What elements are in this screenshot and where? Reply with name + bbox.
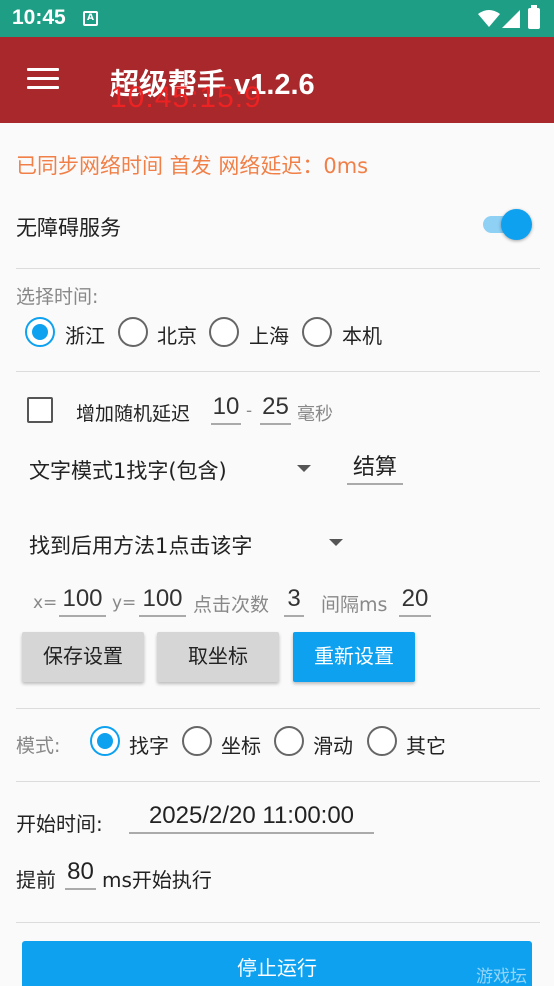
- radio-other[interactable]: [367, 726, 397, 756]
- radio-swipe[interactable]: [274, 726, 304, 756]
- reset-settings-button[interactable]: 重新设置: [293, 632, 415, 682]
- divider: [16, 781, 540, 782]
- advance-prefix: 提前: [16, 868, 56, 892]
- mode-label: 模式:: [16, 735, 61, 757]
- interval-input[interactable]: 20: [399, 585, 431, 617]
- option-find-text: 找字: [129, 734, 169, 758]
- battery-icon: [528, 5, 540, 29]
- divider: [16, 922, 540, 923]
- status-time: 10:45: [12, 6, 66, 29]
- divider: [16, 708, 540, 709]
- divider: [16, 371, 540, 372]
- option-other: 其它: [406, 734, 446, 758]
- start-time-label: 开始时间:: [16, 812, 103, 836]
- sync-status: 已同步网络时间 首发 网络延迟：0ms: [16, 154, 369, 178]
- delay-min-input[interactable]: 10: [211, 393, 241, 425]
- y-input[interactable]: 100: [139, 585, 186, 617]
- option-coordinate: 坐标: [221, 734, 261, 758]
- chevron-down-icon[interactable]: [329, 539, 343, 546]
- start-time-input[interactable]: 2025/2/20 11:00:00: [129, 802, 374, 834]
- option-swipe: 滑动: [313, 734, 353, 758]
- radio-coordinate[interactable]: [182, 726, 212, 756]
- option-zhejiang: 浙江: [65, 324, 105, 348]
- accessibility-switch[interactable]: [481, 207, 533, 241]
- random-delay-label: 增加随机延迟: [76, 403, 191, 425]
- accessibility-label: 无障碍服务: [16, 216, 121, 240]
- keyword-input[interactable]: 结算: [347, 449, 403, 485]
- advance-input[interactable]: 80: [65, 858, 96, 890]
- pick-coordinate-button[interactable]: 取坐标: [157, 632, 279, 682]
- chevron-down-icon[interactable]: [297, 465, 311, 472]
- y-label: y=: [112, 593, 137, 613]
- click-method-spinner[interactable]: 找到后用方法1点击该字: [29, 530, 252, 560]
- delay-unit: 毫秒: [297, 404, 333, 425]
- x-input[interactable]: 100: [59, 585, 106, 617]
- text-mode-spinner[interactable]: 文字模式1找字(包含): [29, 455, 227, 485]
- notification-icon: A: [83, 11, 98, 26]
- option-shanghai: 上海: [249, 324, 289, 348]
- x-label: x=: [33, 593, 58, 613]
- watermark: 游戏坛: [476, 967, 527, 986]
- status-bar: 10:45 A: [0, 0, 554, 37]
- app-bar: 超级帮手 v1.2.6 10:45:15:9: [0, 37, 554, 123]
- signal-icon: [502, 10, 520, 28]
- stop-run-button[interactable]: 停止运行: [22, 941, 532, 986]
- delay-max-input[interactable]: 25: [260, 393, 291, 425]
- click-count-input[interactable]: 3: [284, 585, 304, 617]
- option-beijing: 北京: [157, 324, 197, 348]
- radio-shanghai[interactable]: [209, 317, 239, 347]
- click-count-label: 点击次数: [193, 594, 270, 616]
- delay-separator: -: [246, 401, 253, 421]
- radio-zhejiang[interactable]: [25, 317, 55, 347]
- option-local: 本机: [342, 324, 382, 348]
- radio-beijing[interactable]: [118, 317, 148, 347]
- radio-find-text[interactable]: [90, 726, 120, 756]
- clock-overlay: 10:45:15:9: [110, 81, 262, 114]
- menu-icon[interactable]: [27, 68, 59, 90]
- wifi-icon: [478, 10, 500, 27]
- time-select-label: 选择时间:: [16, 286, 99, 308]
- divider: [16, 268, 540, 269]
- advance-suffix: ms开始执行: [102, 868, 212, 892]
- random-delay-checkbox[interactable]: [27, 397, 53, 423]
- save-settings-button[interactable]: 保存设置: [22, 632, 144, 682]
- interval-label: 间隔ms: [321, 594, 388, 616]
- radio-local[interactable]: [302, 317, 332, 347]
